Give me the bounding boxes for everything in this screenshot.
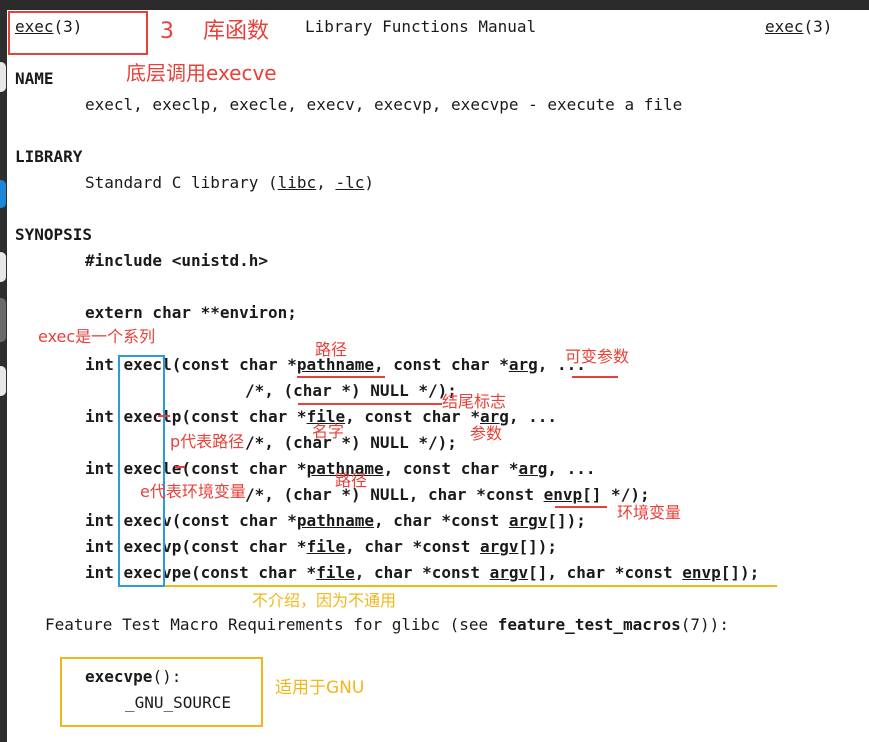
proto-part: /*, (char *) NULL, char *const [245,485,544,504]
param-argv: argv [508,511,548,530]
param-file: file [316,563,355,582]
name-text: execl, execlp, execle, execv, execvp, ex… [85,95,683,114]
gnu-note-box [60,657,263,727]
page-header-right: exec(3) [765,17,832,37]
dock-app-icon[interactable] [0,252,6,282]
param-arg: arg [508,355,538,374]
feature-post: (7)): [680,615,729,634]
null-terminator-underline [298,403,442,405]
proto-part: , char *const [345,537,480,556]
annotation-num3: 3 [160,19,174,44]
annotation-variadic: 可变参数 [565,347,630,366]
dock-app-icon[interactable] [0,180,6,208]
envp-underline [555,506,607,508]
proto-part: []); [547,511,586,530]
header-highlight-box [8,11,148,55]
dock-app-icon[interactable] [0,62,6,92]
execvpe-underline [165,585,777,587]
param-pathname: pathname [296,511,374,530]
param-envp: envp [543,485,583,504]
param-arg: arg [518,459,548,478]
dock-app-icon[interactable] [0,366,6,396]
p-letter-mark [158,415,170,417]
library-sep: , [316,173,336,192]
param-argv: argv [489,563,529,582]
proto-part: []); [518,537,558,556]
annotation-path-1: 路径 [315,340,348,359]
e-letter-mark [175,466,185,468]
library-heading: LIBRARY [15,147,83,166]
proto-part: , char *const [354,563,490,582]
library-post: ) [364,173,374,192]
library-pre: Standard C library ( [85,173,278,192]
feature-pre: Feature Test Macro Requirements for glib… [45,615,498,634]
proto-part: , ... [508,407,558,426]
proto-part: , char *const [373,511,509,530]
proto-part: [] */); [582,485,650,504]
annotation-args: 参数 [470,424,503,443]
feature-test-line: Feature Test Macro Requirements for glib… [45,615,729,635]
proto-part: [], char *const [528,563,683,582]
annotation-not-covered: 不介绍，因为不通用 [252,591,397,610]
library-text: Standard C library (libc, -lc) [85,173,374,193]
proto-part: int execl(const char * [85,355,297,374]
param-file: file [306,537,346,556]
dock-app-icon[interactable] [0,298,6,342]
param-envp: envp [682,563,721,582]
annotation-name: 名字 [312,422,345,441]
execvpe-prototype: int execvpe(const char *file, char *cons… [85,563,759,583]
proto-part: , [537,355,558,374]
annotation-calls-execve: 底层调用execve [126,61,277,85]
proto-part: , ... [547,459,596,478]
proto-part: , const char * [373,355,509,374]
annotation-p-means-path: p代表路径 [170,432,245,451]
varargs-underline [572,376,618,378]
page-header-center: Library Functions Manual [305,17,537,36]
lc-link: -lc [335,173,365,192]
annotation-environment: 环境变量 [617,503,682,522]
execlp-continuation: /*, (char *) NULL */); [245,433,457,452]
param-argv: argv [479,537,519,556]
synopsis-heading: SYNOPSIS [15,225,93,244]
libc-link: libc [277,173,317,192]
exec-family-box [118,355,165,587]
proto-part: []); [720,563,760,582]
top-bar [0,0,869,10]
execle-continuation: /*, (char *) NULL, char *const envp[] */… [245,485,650,505]
execl-continuation: /*, (char *) NULL */); [245,381,457,400]
pathname-underline [297,376,385,378]
name-heading: NAME [15,69,54,88]
annotation-path-2: 路径 [335,471,368,490]
dock [0,10,7,742]
annotation-e-means-env: e代表环境变量 [140,482,246,501]
feature-test-macros-link: feature_test_macros [497,615,681,634]
proto-part: int execv(const char * [85,511,297,530]
annotation-terminator: 结尾标志 [442,392,507,411]
annotation-library-function: 库函数 [203,19,270,44]
header-right-name: exec [765,17,804,36]
annotation-gnu-only: 适用于GNU [275,678,365,698]
include-line: #include <unistd.h> [85,251,269,270]
header-right-section: (3) [803,17,833,36]
extern-line: extern char **environ; [85,303,297,322]
proto-part: , const char * [383,459,519,478]
annotation-exec-series: exec是一个系列 [38,327,156,346]
